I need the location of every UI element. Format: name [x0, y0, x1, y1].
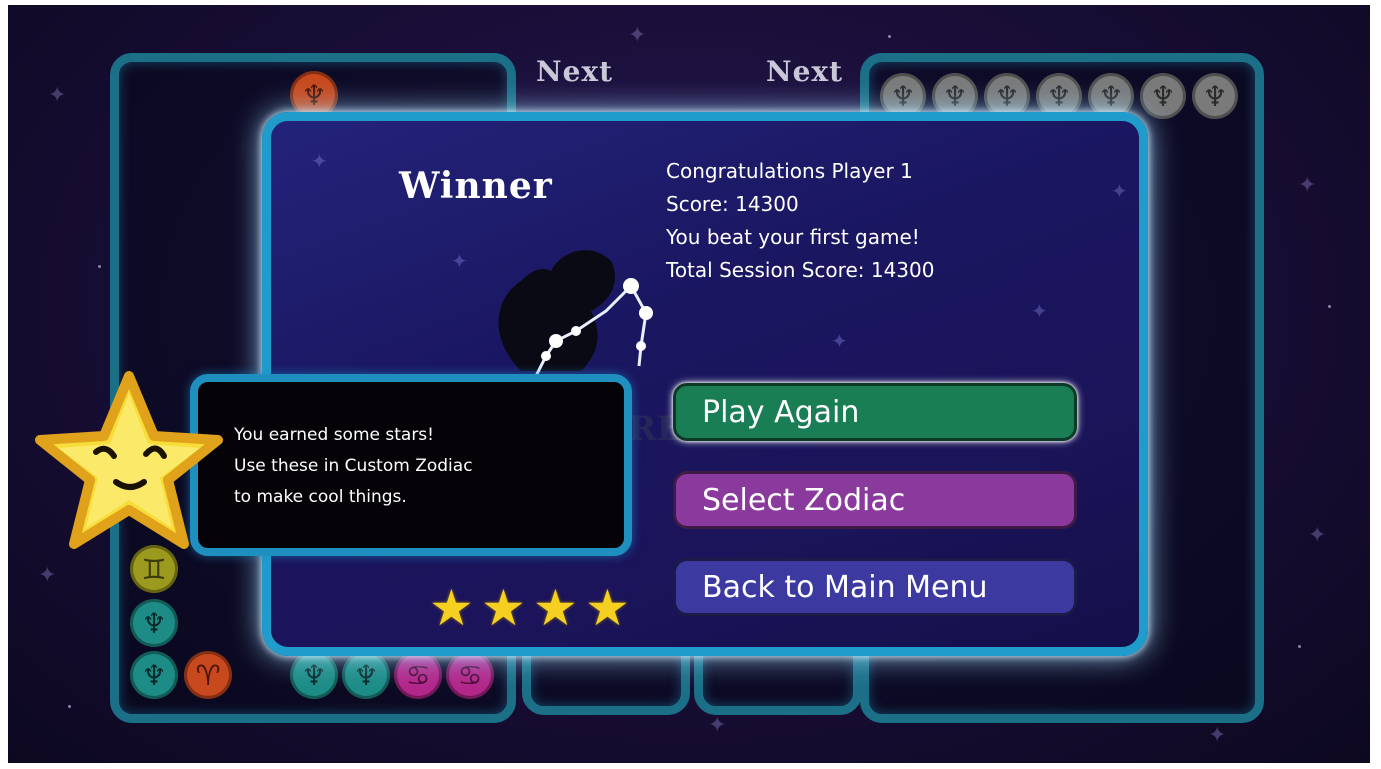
earned-star-icon: ★ [481, 579, 526, 637]
main-menu-button[interactable]: Back to Main Menu [673, 558, 1077, 616]
background-dot [1298, 645, 1301, 648]
congratulations-line: Congratulations Player 1 [666, 159, 913, 183]
background-dot [1328, 305, 1331, 308]
background-dot [68, 705, 71, 708]
pisces-token-icon: ♆ [1140, 73, 1186, 119]
next-label-left: Next [536, 55, 614, 88]
play-again-button[interactable]: Play Again [673, 383, 1077, 441]
tooltip-line: You earned some stars! [234, 425, 434, 445]
next-label-right: Next [766, 55, 844, 88]
tooltip-line: Use these in Custom Zodiac [234, 456, 473, 476]
stars-tooltip: You earned some stars! Use these in Cust… [190, 374, 632, 556]
dialog-star-icon: ✦ [1031, 299, 1048, 323]
earned-star-icon: ★ [429, 579, 474, 637]
star-mascot-icon [35, 371, 223, 549]
background-dot [888, 35, 891, 38]
dialog-star-icon: ✦ [1111, 179, 1128, 203]
score-line: Score: 14300 [666, 192, 799, 216]
achievement-line: You beat your first game! [666, 225, 920, 249]
results-text: Congratulations Player 1 Score: 14300 Yo… [666, 155, 934, 287]
background-star-icon: ✦ [1298, 173, 1317, 198]
dialog-star-icon: ✦ [831, 329, 848, 353]
aries-token-icon: ♈ [184, 651, 232, 699]
earned-star-icon: ★ [533, 579, 578, 637]
background-star-icon: ✦ [628, 23, 647, 48]
winner-title: Winner [399, 165, 553, 207]
pisces-token-icon: ♆ [342, 651, 390, 699]
cancer-token-icon: ♋ [394, 651, 442, 699]
pisces-token-icon: ♆ [1192, 73, 1238, 119]
pisces-token-icon: ♆ [130, 599, 178, 647]
background-star-icon: ✦ [48, 83, 67, 108]
tooltip-text: You earned some stars! Use these in Cust… [234, 420, 473, 513]
cancer-token-icon: ♋ [446, 651, 494, 699]
earned-star-icon: ★ [585, 579, 630, 637]
zodiac-constellation-icon [498, 250, 653, 387]
session-score-line: Total Session Score: 14300 [666, 258, 935, 282]
dialog-star-icon: ✦ [311, 149, 328, 173]
select-zodiac-button[interactable]: Select Zodiac [673, 471, 1077, 529]
tooltip-line: to make cool things. [234, 487, 407, 507]
pisces-token-icon: ♆ [130, 651, 178, 699]
background-star-icon: ✦ [1208, 723, 1227, 748]
background-star-icon: ✦ [708, 713, 727, 738]
background-star-icon: ✦ [1308, 523, 1327, 548]
background-star-icon: ✦ [38, 563, 57, 588]
pisces-token-icon: ♆ [290, 651, 338, 699]
background-dot [98, 265, 101, 268]
